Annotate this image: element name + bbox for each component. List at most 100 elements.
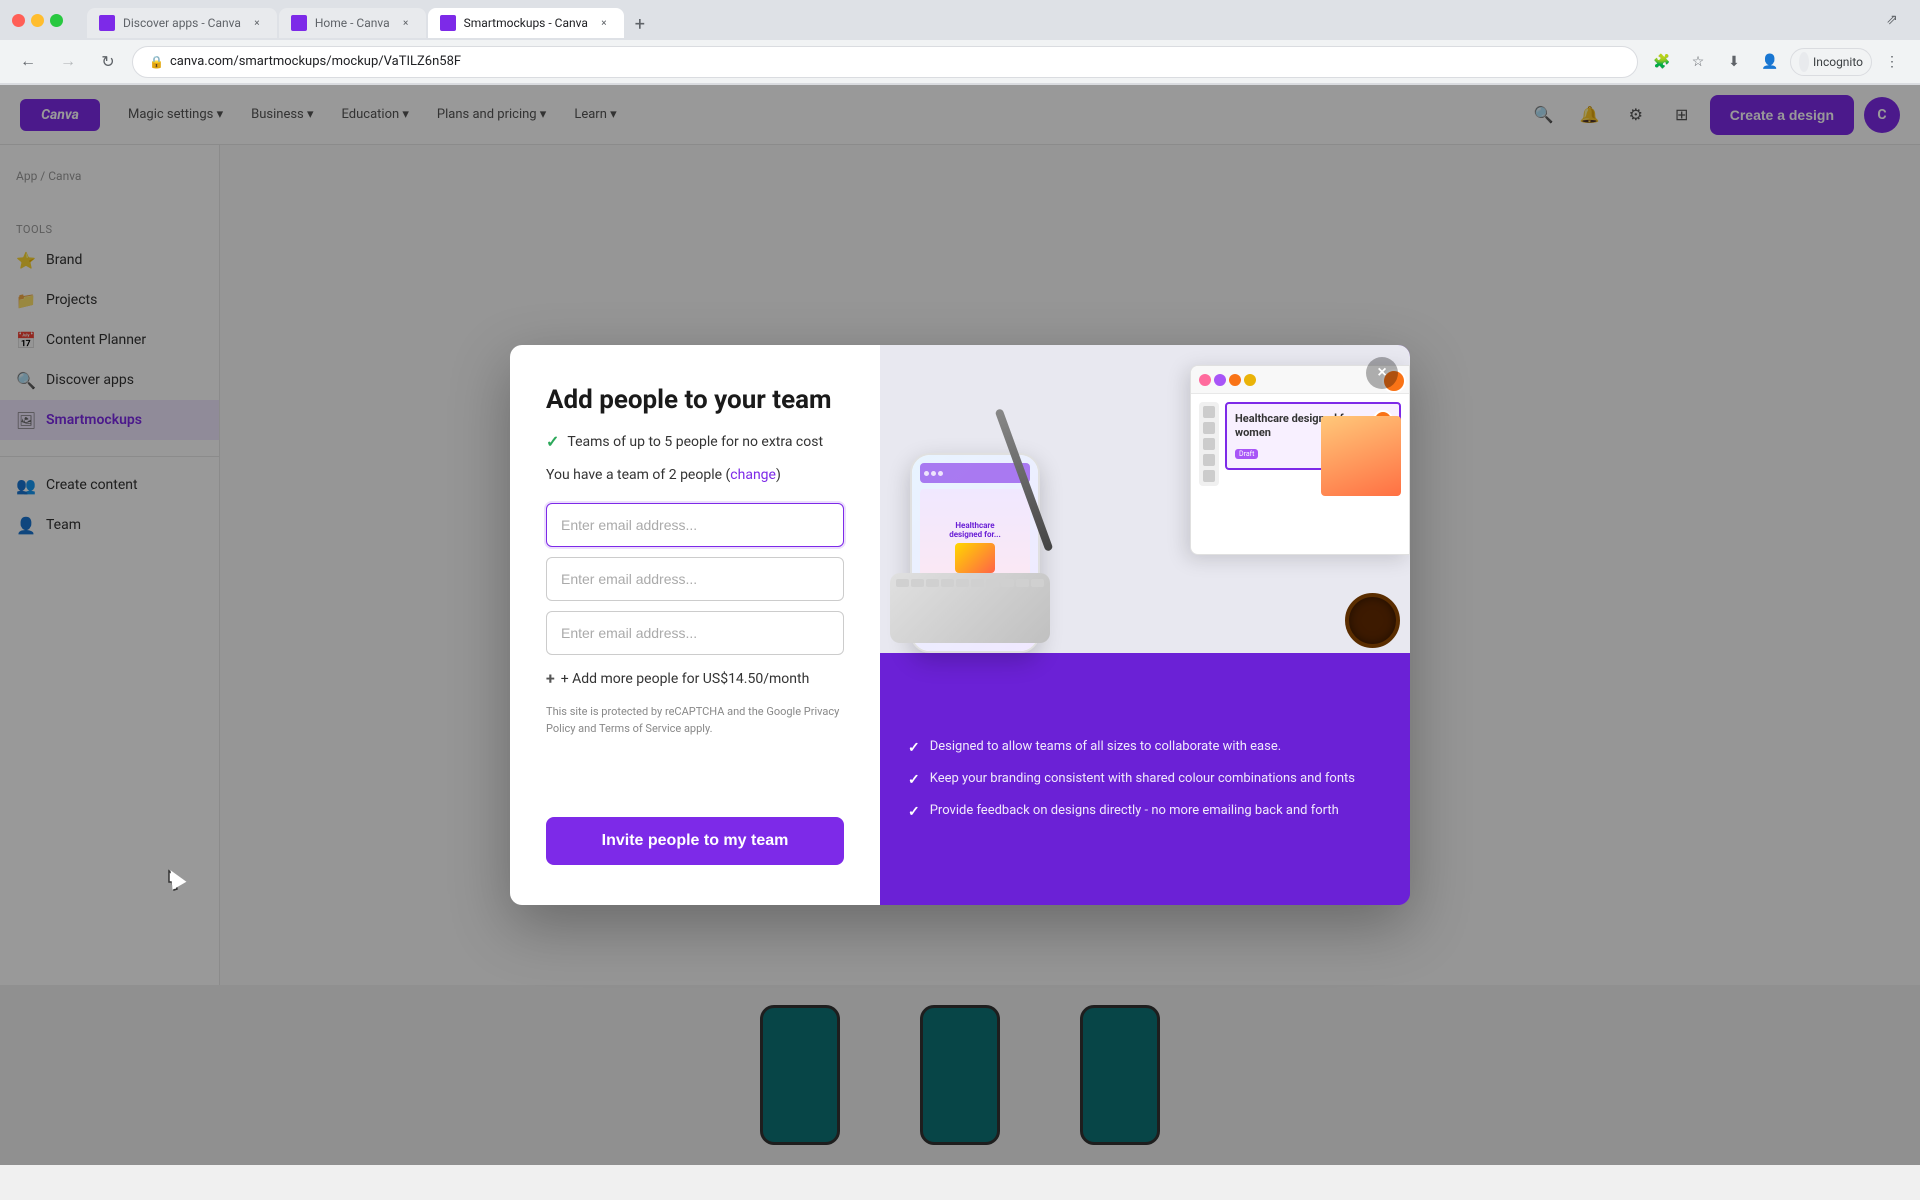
feature-desc-2: Keep your branding consistent with share… xyxy=(930,770,1355,788)
tab-favicon-smart xyxy=(440,15,456,31)
ds-icon-3 xyxy=(1203,438,1215,450)
recaptcha-text-content: This site is protected by reCAPTCHA and … xyxy=(546,705,839,735)
feature-text: Teams of up to 5 people for no extra cos… xyxy=(567,434,823,450)
swatch-pink xyxy=(1199,374,1211,386)
check-icon-2: ✓ xyxy=(908,772,920,788)
key xyxy=(971,579,984,587)
checkmark-icon: ✓ xyxy=(546,432,559,451)
modal-left-panel: Add people to your team ✓ Teams of up to… xyxy=(510,345,880,905)
browser-actions: 🧩 ☆ ⬇ 👤 Incognito ⋮ xyxy=(1646,46,1908,78)
key xyxy=(986,579,999,587)
browser-tab-smart[interactable]: Smartmockups - Canva × xyxy=(428,8,624,38)
incognito-profile[interactable]: Incognito xyxy=(1790,48,1872,76)
recaptcha-notice: This site is protected by reCAPTCHA and … xyxy=(546,704,844,737)
ds-icon-5 xyxy=(1203,470,1215,482)
tab-close-discover[interactable]: × xyxy=(249,15,265,31)
tab-close-home[interactable]: × xyxy=(398,15,414,31)
modal-feature-line: ✓ Teams of up to 5 people for no extra c… xyxy=(546,432,844,451)
tab-close-smart[interactable]: × xyxy=(596,15,612,31)
close-window-btn[interactable] xyxy=(12,14,25,27)
team-info: You have a team of 2 people (change) xyxy=(546,467,844,483)
browser-chrome: Discover apps - Canva × Home - Canva × S… xyxy=(0,0,1920,85)
desktop-content: Healthcare designed for women Draft xyxy=(1191,394,1409,494)
tab-label-home: Home - Canva xyxy=(315,16,390,30)
check-icon-3: ✓ xyxy=(908,804,920,820)
feature-item-3: ✓ Provide feedback on designs directly -… xyxy=(908,802,1382,820)
downloads-icon[interactable]: ⬇ xyxy=(1718,46,1750,78)
browser-titlebar: Discover apps - Canva × Home - Canva × S… xyxy=(0,0,1920,40)
browser-tab-home[interactable]: Home - Canva × xyxy=(279,8,426,38)
add-people-modal: Add people to your team ✓ Teams of up to… xyxy=(510,345,1410,905)
feature-desc-1: Designed to allow teams of all sizes to … xyxy=(930,738,1281,756)
browser-tab-discover[interactable]: Discover apps - Canva × xyxy=(87,8,277,38)
modal-right-features: ✓ Designed to allow teams of all sizes t… xyxy=(880,653,1410,905)
modal-title: Add people to your team xyxy=(546,385,844,416)
forward-btn[interactable]: → xyxy=(52,46,84,78)
keyboard-decoration xyxy=(890,573,1050,643)
bookmark-icon[interactable]: ☆ xyxy=(1682,46,1714,78)
team-info-suffix: ) xyxy=(776,467,781,483)
address-bar[interactable]: 🔒 canva.com/smartmockups/mockup/VaTILZ6n… xyxy=(132,46,1638,78)
restore-window-icon[interactable]: ⇗ xyxy=(1876,4,1908,36)
desktop-sidebar-mini xyxy=(1199,402,1219,486)
phone-dot-1 xyxy=(924,471,929,476)
change-link[interactable]: change xyxy=(730,467,776,483)
feature-item-1: ✓ Designed to allow teams of all sizes t… xyxy=(908,738,1382,756)
tab-label-discover: Discover apps - Canva xyxy=(123,16,241,30)
plus-icon: + xyxy=(546,669,555,688)
modal-right-top: Healthcaredesigned for... Effects xyxy=(880,345,1410,653)
swatch-yellow xyxy=(1244,374,1256,386)
desktop-canvas-area: Healthcare designed for women Draft xyxy=(1225,402,1401,486)
ds-icon-2 xyxy=(1203,422,1215,434)
swatch-purple xyxy=(1214,374,1226,386)
new-tab-btn[interactable]: + xyxy=(626,10,654,38)
minimize-window-btn[interactable] xyxy=(31,14,44,27)
app-background: Canva Magic settings ▾ Business ▾ Educat… xyxy=(0,85,1920,1165)
profile-avatar-icon xyxy=(1799,52,1809,72)
coffee-cup-decoration xyxy=(1345,593,1400,648)
modal-right-panel: Healthcaredesigned for... Effects xyxy=(880,345,1410,905)
add-more-label: + Add more people for US$14.50/month xyxy=(561,671,810,687)
email-input-3[interactable] xyxy=(546,611,844,655)
phone-dot-3 xyxy=(938,471,943,476)
feature-item-2: ✓ Keep your branding consistent with sha… xyxy=(908,770,1382,788)
extensions-icon[interactable]: 🧩 xyxy=(1646,46,1678,78)
add-more-btn[interactable]: + + Add more people for US$14.50/month xyxy=(546,669,844,688)
maximize-window-btn[interactable] xyxy=(50,14,63,27)
email-input-2[interactable] xyxy=(546,557,844,601)
key xyxy=(941,579,954,587)
reload-btn[interactable]: ↻ xyxy=(92,46,124,78)
key xyxy=(1031,579,1044,587)
phone-dots xyxy=(924,471,943,476)
photo-area xyxy=(1321,416,1401,496)
phone-dot-2 xyxy=(931,471,936,476)
check-icon-1: ✓ xyxy=(908,740,920,756)
ds-icon-1 xyxy=(1203,406,1215,418)
desktop-mockup: Healthcare designed for women Draft xyxy=(1190,365,1410,555)
tab-label-smart: Smartmockups - Canva xyxy=(464,16,588,30)
women-photo-placeholder xyxy=(1321,416,1401,496)
tab-favicon-home xyxy=(291,15,307,31)
key xyxy=(896,579,909,587)
invite-people-btn[interactable]: Invite people to my team xyxy=(546,817,844,865)
desktop-color-swatches xyxy=(1199,374,1256,386)
key xyxy=(926,579,939,587)
email-input-1[interactable] xyxy=(546,503,844,547)
email-inputs-container xyxy=(546,503,844,655)
phone-top-bar xyxy=(920,463,1030,483)
key xyxy=(1016,579,1029,587)
key xyxy=(1001,579,1014,587)
feature-desc-3: Provide feedback on designs directly - n… xyxy=(930,802,1339,820)
back-btn[interactable]: ← xyxy=(12,46,44,78)
browser-toolbar: ← → ↻ 🔒 canva.com/smartmockups/mockup/Va… xyxy=(0,40,1920,84)
menu-icon[interactable]: ⋮ xyxy=(1876,46,1908,78)
modal-close-btn[interactable]: × xyxy=(1366,357,1398,389)
key xyxy=(956,579,969,587)
swatch-orange xyxy=(1229,374,1241,386)
modal-overlay[interactable]: Add people to your team ✓ Teams of up to… xyxy=(0,85,1920,1165)
draft-tag: Draft xyxy=(1235,449,1258,459)
window-controls xyxy=(12,14,63,27)
phone-content-text: Healthcaredesigned for... xyxy=(945,517,1005,581)
profile-icon[interactable]: 👤 xyxy=(1754,46,1786,78)
profile-label: Incognito xyxy=(1813,55,1863,69)
